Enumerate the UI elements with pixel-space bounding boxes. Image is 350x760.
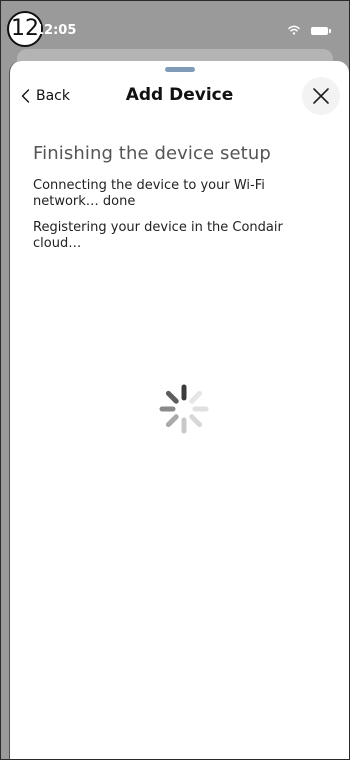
- battery-icon: [311, 27, 331, 35]
- add-device-sheet: Back Add Device Finishing the device set…: [9, 61, 349, 759]
- close-icon: [313, 88, 329, 104]
- setup-heading: Finishing the device setup: [33, 143, 271, 164]
- wifi-step-text: Connecting the device to your Wi-Fi netw…: [33, 178, 265, 209]
- cloud-step-text: Registering your device in the Condair c…: [33, 220, 283, 251]
- close-button[interactable]: [302, 77, 340, 115]
- spinner-icon: [159, 384, 209, 434]
- sheet-grabber[interactable]: [164, 67, 195, 72]
- phone-screen: 12 12:05 Back Add Device Finishing the d…: [0, 0, 350, 760]
- page-title: Add Device: [125, 85, 234, 105]
- status-bar: 12 12:05: [1, 1, 349, 51]
- wifi-icon: [288, 25, 300, 35]
- setup-content: Finishing the device setup Connecting th…: [33, 143, 329, 262]
- status-time: 12:05: [35, 23, 77, 38]
